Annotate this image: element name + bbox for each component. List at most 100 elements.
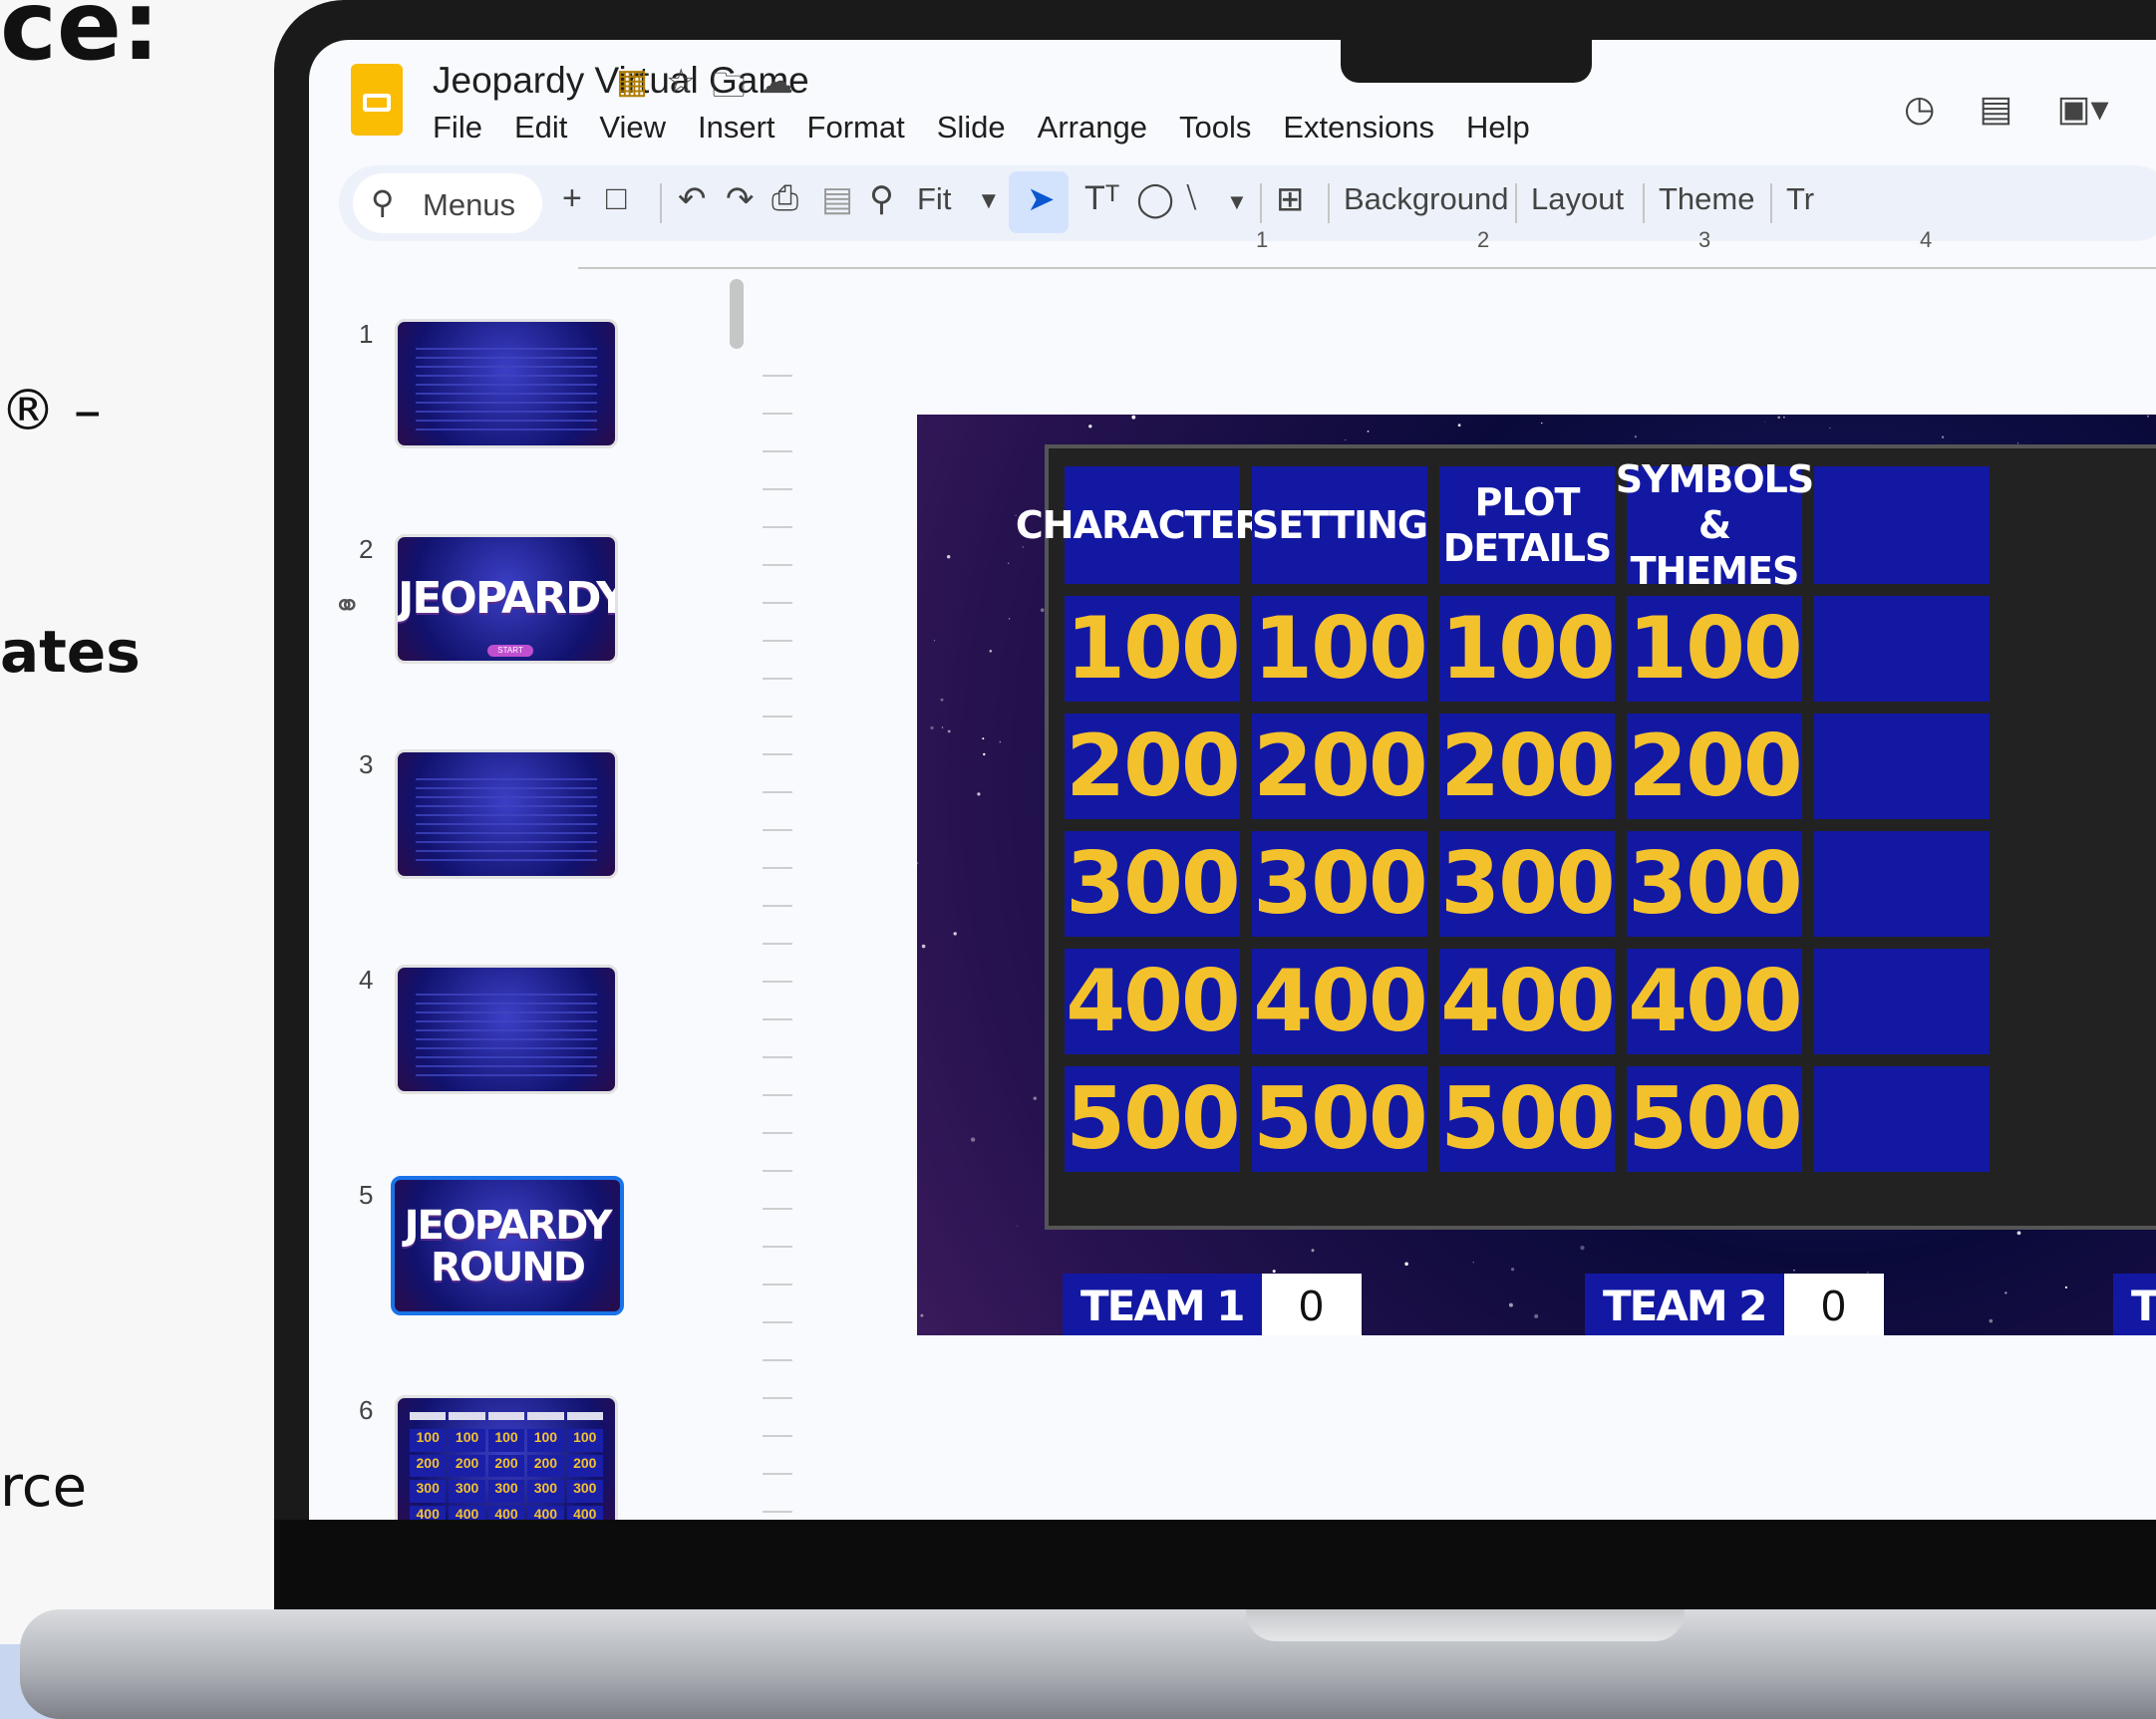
slide-number: 3 (359, 749, 374, 779)
slides-logo-icon[interactable] (351, 64, 403, 136)
slide-thumbnail-6[interactable]: 100 100 100 100 100 200 200 200 200 200 300 300 300 3… (395, 1395, 618, 1520)
star (1404, 1262, 1408, 1267)
menu-search[interactable]: ⚲ Menus (353, 173, 542, 233)
slide-number: 5 (359, 1180, 374, 1210)
star-icon[interactable]: ☆ (666, 62, 696, 102)
menu-format[interactable]: Format (807, 110, 905, 145)
value-cell-500[interactable]: 500 (1439, 1066, 1616, 1172)
slide-canvas[interactable]: CHARACTERS SETTING PLOT DETAILS SYMBOLS … (917, 415, 2156, 1335)
comments-icon[interactable]: ▤ (1979, 88, 2012, 130)
star (1793, 1270, 1795, 1272)
ruler-label: 3 (1698, 227, 1711, 252)
menu-search-label: Menus (423, 187, 516, 222)
star (1016, 1225, 1018, 1227)
thumbnail-value-cell: 300 (487, 1480, 525, 1503)
thumbnail-value-cell: 100 (566, 1429, 603, 1452)
value-cell-200[interactable]: 200 (1252, 714, 1428, 819)
menu-edit[interactable]: Edit (514, 110, 567, 145)
jeopardy-board: CHARACTERS SETTING PLOT DETAILS SYMBOLS … (1016, 444, 2156, 1230)
offline-unavailable-icon[interactable]: ▦ (616, 62, 648, 102)
value-cell-100[interactable]: 100 (1627, 596, 1803, 702)
cloud-saved-icon[interactable]: ☁ (760, 62, 793, 102)
value-cell-400[interactable]: 400 (1065, 949, 1241, 1054)
star (1131, 415, 1136, 420)
star (947, 729, 951, 733)
star (1511, 1268, 1515, 1272)
value-cell-200[interactable]: 200 (1627, 714, 1803, 819)
thumbnail-value-cell: 400 (566, 1505, 603, 1520)
menu-insert[interactable]: Insert (698, 110, 775, 145)
team-score[interactable]: 0 (1261, 1274, 1362, 1335)
star (1783, 416, 1785, 419)
menu-extensions[interactable]: Extensions (1283, 110, 1434, 145)
star (2016, 1231, 2021, 1236)
star (921, 944, 926, 949)
star (1829, 427, 1831, 430)
value-cell-200[interactable]: 200 (1065, 714, 1241, 819)
value-cell-200[interactable]: 200 (1439, 714, 1616, 819)
menu-arrange[interactable]: Arrange (1038, 110, 1147, 145)
version-history-icon[interactable]: ◷ (1904, 88, 1935, 130)
thumbnail-header-cell (410, 1412, 447, 1420)
value-cell-100[interactable]: 100 (1439, 596, 1616, 702)
thumbnail-value-cell: 300 (410, 1480, 447, 1503)
menu-view[interactable]: View (599, 110, 666, 145)
thumbnail-header-cell (527, 1412, 564, 1420)
slide-thumbnail-4[interactable] (395, 965, 618, 1094)
thumbnail-title: JEOPARDY! (398, 573, 615, 624)
team-score[interactable]: 0 (1783, 1274, 1884, 1335)
value-cell-200[interactable] (1814, 714, 1990, 819)
value-cell-400[interactable]: 400 (1439, 949, 1616, 1054)
slide-thumbnail-5-selected[interactable]: JEOPARDY ROUND (391, 1176, 624, 1315)
thumbnail-value-cell: 300 (566, 1480, 603, 1503)
thumbnail-value-cell: 400 (410, 1505, 447, 1520)
thumbnail-header-cell (566, 1412, 603, 1420)
star (2004, 1291, 2007, 1294)
meet-camera-icon[interactable]: ▣▾ (2056, 88, 2108, 130)
value-cell-100[interactable]: 100 (1065, 596, 1241, 702)
value-cell-400[interactable] (1814, 949, 1990, 1054)
star (1777, 416, 1780, 420)
value-cell-500[interactable] (1814, 1066, 1990, 1172)
star (1008, 618, 1011, 620)
thumbnail-value-cell: 300 (527, 1480, 564, 1503)
slide-thumbnail-2[interactable]: JEOPARDY! START (395, 534, 618, 664)
start-button-thumbnail: START (487, 645, 533, 657)
value-cell-500[interactable]: 500 (1627, 1066, 1803, 1172)
value-cell-100[interactable] (1814, 596, 1990, 702)
star (2147, 415, 2149, 418)
laptop-chin (274, 1520, 2156, 1609)
value-cell-400[interactable]: 400 (1252, 949, 1428, 1054)
star (1541, 422, 1543, 425)
vertical-ruler (763, 339, 792, 1515)
menu-slide[interactable]: Slide (937, 110, 1006, 145)
star (1367, 430, 1370, 432)
menu-file[interactable]: File (433, 110, 482, 145)
star (941, 726, 944, 728)
value-cell-300[interactable]: 300 (1065, 831, 1241, 937)
value-cell-300[interactable]: 300 (1627, 831, 1803, 937)
team-name: TEAM 1 (1063, 1274, 1262, 1335)
team-name: TE (2113, 1274, 2156, 1335)
thumbnail-value-cell: 400 (449, 1505, 485, 1520)
slide-thumbnail-1[interactable] (395, 319, 618, 448)
star (1941, 435, 1945, 438)
menu-bar: File Edit View Insert Format Slide Arran… (433, 110, 1530, 145)
thumbnail-value-cell: 100 (410, 1429, 447, 1452)
value-cell-500[interactable]: 500 (1252, 1066, 1428, 1172)
star (947, 555, 951, 559)
thumbnail-value-cell: 200 (527, 1454, 564, 1478)
star (1040, 608, 1045, 612)
slide-thumbnail-3[interactable] (395, 749, 618, 879)
menu-help[interactable]: Help (1466, 110, 1530, 145)
value-cell-500[interactable]: 500 (1065, 1066, 1241, 1172)
value-cell-300[interactable]: 300 (1252, 831, 1428, 937)
category-header: SYMBOLS & THEMES (1615, 457, 1815, 593)
value-cell-300[interactable] (1814, 831, 1990, 937)
value-cell-100[interactable]: 100 (1252, 596, 1428, 702)
filmstrip-scrollbar[interactable] (730, 279, 744, 349)
team-1-scoreboard: TEAM 1 0 (1063, 1274, 1362, 1335)
value-cell-300[interactable]: 300 (1439, 831, 1616, 937)
value-cell-400[interactable]: 400 (1627, 949, 1803, 1054)
menu-tools[interactable]: Tools (1179, 110, 1251, 145)
